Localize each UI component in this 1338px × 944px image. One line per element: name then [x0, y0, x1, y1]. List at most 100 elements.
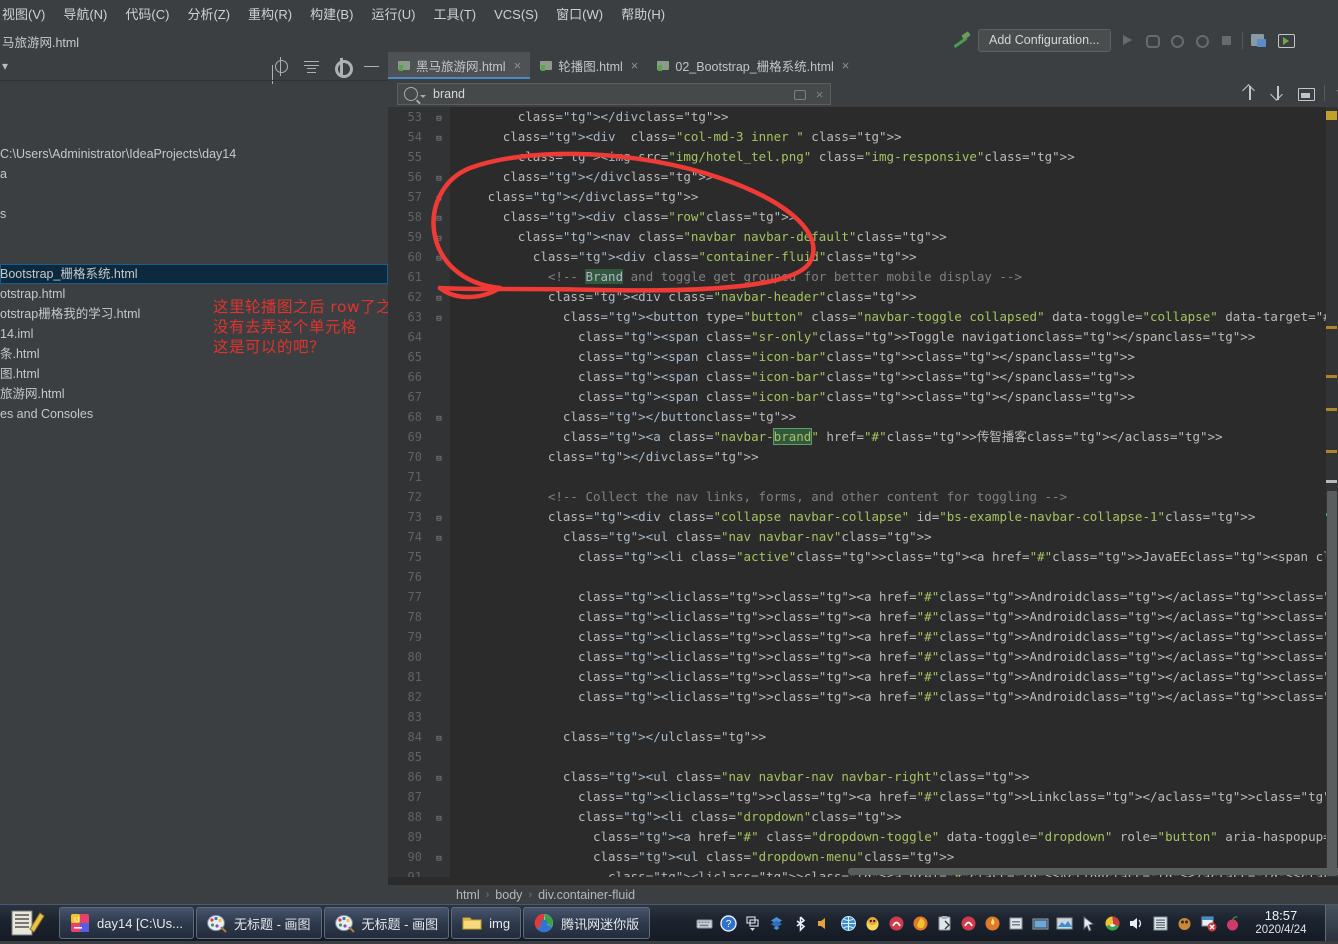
adobe2-icon[interactable]: [960, 915, 977, 932]
collapse-all-icon[interactable]: [303, 58, 320, 75]
horizontal-scrollbar[interactable]: [450, 868, 1338, 875]
fold-marker[interactable]: ⊟: [428, 229, 450, 249]
scrollbar-thumb[interactable]: [848, 868, 1338, 875]
list-item[interactable]: [0, 224, 388, 244]
clear-search-icon[interactable]: ×: [813, 88, 826, 101]
hive-icon[interactable]: [1176, 915, 1193, 932]
fold-marker[interactable]: ⊟: [428, 729, 450, 749]
fold-marker[interactable]: ⊟: [428, 849, 450, 869]
code-line-87[interactable]: 87 class="tg"><liclass="tg">>class="tg">…: [388, 787, 1338, 807]
menu-item-tools[interactable]: 工具(T): [424, 0, 485, 30]
volume-mute-icon[interactable]: [816, 915, 833, 932]
code-line-90[interactable]: 90 ⊟ class="tg"><ul class="dropdown-menu"…: [388, 847, 1338, 867]
start-button[interactable]: [0, 905, 58, 941]
add-occurrence-icon[interactable]: ⁺∥: [1332, 82, 1338, 104]
code-line-63[interactable]: 63 ⊟ class="tg"><button type="button" cla…: [388, 307, 1338, 327]
taskbar-item-paint-1[interactable]: 无标题 - 画图: [195, 907, 322, 939]
menu-item-code[interactable]: 代码(C): [116, 0, 178, 30]
code-line-79[interactable]: 79 class="tg"><liclass="tg">>class="tg">…: [388, 627, 1338, 647]
fold-marker[interactable]: ⊟: [428, 529, 450, 549]
coverage-icon[interactable]: [1167, 31, 1186, 50]
fold-marker[interactable]: ⊟: [428, 449, 450, 469]
cursor-icon[interactable]: [1080, 915, 1097, 932]
project-view-selector[interactable]: ▾: [0, 59, 8, 73]
code-line-64[interactable]: 64 class="tg"><span class="sr-only"class…: [388, 327, 1338, 347]
adobe-icon[interactable]: [888, 915, 905, 932]
taskbar-item-paint-2[interactable]: 无标题 - 画图: [323, 907, 450, 939]
code-line-80[interactable]: 80 class="tg"><liclass="tg">>class="tg">…: [388, 647, 1338, 667]
menu-item-help[interactable]: 帮助(H): [612, 0, 674, 30]
fold-marker[interactable]: ⊟: [428, 189, 450, 209]
code-line-61[interactable]: 61 <!-- Brand and toggle get grouped for…: [388, 267, 1338, 287]
fold-marker[interactable]: ⊟: [428, 129, 450, 149]
flag-icon[interactable]: [1200, 915, 1217, 932]
code-editor[interactable]: 53 ⊟ class="tg"></divclass="tg">> 54 ⊟ clas…: [388, 107, 1338, 877]
error-stripe-mark[interactable]: [1326, 408, 1337, 411]
close-icon[interactable]: ×: [514, 58, 522, 73]
editor-tab-2[interactable]: 02_Bootstrap_栅格系统.html ×: [647, 52, 858, 79]
code-line-76[interactable]: 76: [388, 567, 1338, 587]
device-manager-icon[interactable]: [1249, 31, 1270, 50]
editor-tab-1[interactable]: 轮播图.html ×: [530, 52, 647, 79]
error-stripe-mark[interactable]: [1326, 326, 1337, 329]
error-stripe-mark[interactable]: [1326, 111, 1337, 120]
fold-marker[interactable]: ⊟: [428, 409, 450, 429]
avd-manager-icon[interactable]: [1276, 31, 1297, 50]
fold-marker[interactable]: ⊟: [428, 809, 450, 829]
code-line-82[interactable]: 82 class="tg"><liclass="tg">>class="tg">…: [388, 687, 1338, 707]
code-line-70[interactable]: 70 ⊟ class="tg"></divclass="tg">>: [388, 447, 1338, 467]
code-line-84[interactable]: 84 ⊟ class="tg"></ulclass="tg">>: [388, 727, 1338, 747]
taskbar-clock[interactable]: 18:57 2020/4/24: [1245, 908, 1321, 938]
code-line-85[interactable]: 85: [388, 747, 1338, 767]
code-line-78[interactable]: 78 class="tg"><liclass="tg">>class="tg">…: [388, 607, 1338, 627]
menu-item-analyze[interactable]: 分析(Z): [178, 0, 239, 30]
fold-marker[interactable]: ⊟: [428, 209, 450, 229]
hide-panel-icon[interactable]: [363, 58, 380, 75]
code-line-74[interactable]: 74 ⊟ class="tg"><ul class="nav navbar-nav…: [388, 527, 1338, 547]
menu-item-view[interactable]: 视图(V): [0, 0, 54, 30]
add-configuration-button[interactable]: Add Configuration...: [978, 28, 1111, 52]
code-line-83[interactable]: 83: [388, 707, 1338, 727]
code-line-54[interactable]: 54 ⊟ class="tg"><div class="col-md-3 inne…: [388, 127, 1338, 147]
code-line-59[interactable]: 59 ⊟ class="tg"><nav class="navbar navbar…: [388, 227, 1338, 247]
code-line-53[interactable]: 53 ⊟ class="tg"></divclass="tg">>: [388, 107, 1338, 127]
search-history-icon[interactable]: [793, 88, 806, 101]
fold-marker[interactable]: ⊟: [428, 289, 450, 309]
stop-icon[interactable]: [1217, 31, 1236, 50]
code-line-89[interactable]: 89 class="tg"><a href="#" class="dropdow…: [388, 827, 1338, 847]
code-line-86[interactable]: 86 ⊟ class="tg"><ul class="nav navbar-nav…: [388, 767, 1338, 787]
taskbar-item-tencent[interactable]: 腾讯网迷你版: [523, 907, 651, 939]
menu-item-build[interactable]: 构建(B): [301, 0, 362, 30]
code-line-60[interactable]: 60 ⊟ class="tg"><div class="container-flu…: [388, 247, 1338, 267]
fold-marker[interactable]: ⊟: [428, 169, 450, 189]
fold-marker[interactable]: ⊟: [428, 309, 450, 329]
prev-match-icon[interactable]: [1239, 82, 1261, 104]
taskbar-item-img-folder[interactable]: img: [451, 907, 522, 939]
list-item-selected[interactable]: Bootstrap_栅格系统.html: [0, 264, 388, 284]
code-line-71[interactable]: 71: [388, 467, 1338, 487]
vertical-scrollbar[interactable]: [1327, 491, 1337, 876]
close-icon[interactable]: ×: [842, 58, 850, 73]
qq-icon[interactable]: [864, 915, 881, 932]
menu-item-refactor[interactable]: 重构(R): [239, 0, 301, 30]
code-line-81[interactable]: 81 class="tg"><liclass="tg">>class="tg">…: [388, 667, 1338, 687]
code-line-55[interactable]: 55 class="tg"><img src="img/hotel_tel.pn…: [388, 147, 1338, 167]
code-line-68[interactable]: 68 ⊟ class="tg"></buttonclass="tg">>: [388, 407, 1338, 427]
chevron-down-icon[interactable]: [420, 94, 426, 98]
fold-marker[interactable]: ⊟: [428, 509, 450, 529]
breadcrumb-file[interactable]: 马旅游网.html: [0, 32, 79, 51]
code-line-57[interactable]: 57 ⊟ class="tg"></divclass="tg">>: [388, 187, 1338, 207]
next-match-icon[interactable]: [1267, 82, 1289, 104]
list-item[interactable]: s: [0, 204, 388, 224]
run-icon[interactable]: [1117, 31, 1136, 50]
list-item[interactable]: 旅游网.html: [0, 384, 388, 404]
browser-icon[interactable]: [1104, 915, 1121, 932]
code-line-88[interactable]: 88 ⊟ class="tg"><li class="dropdown"class…: [388, 807, 1338, 827]
list-item[interactable]: es and Consoles: [0, 404, 388, 424]
window-switch-icon[interactable]: [744, 915, 761, 932]
settings-gear-icon[interactable]: [333, 58, 353, 78]
fold-marker[interactable]: ⊟: [428, 249, 450, 269]
code-line-72[interactable]: 72 <!-- Collect the nav links, forms, an…: [388, 487, 1338, 507]
firefox-icon[interactable]: [912, 915, 929, 932]
editor-right-gutter[interactable]: [1326, 107, 1338, 877]
